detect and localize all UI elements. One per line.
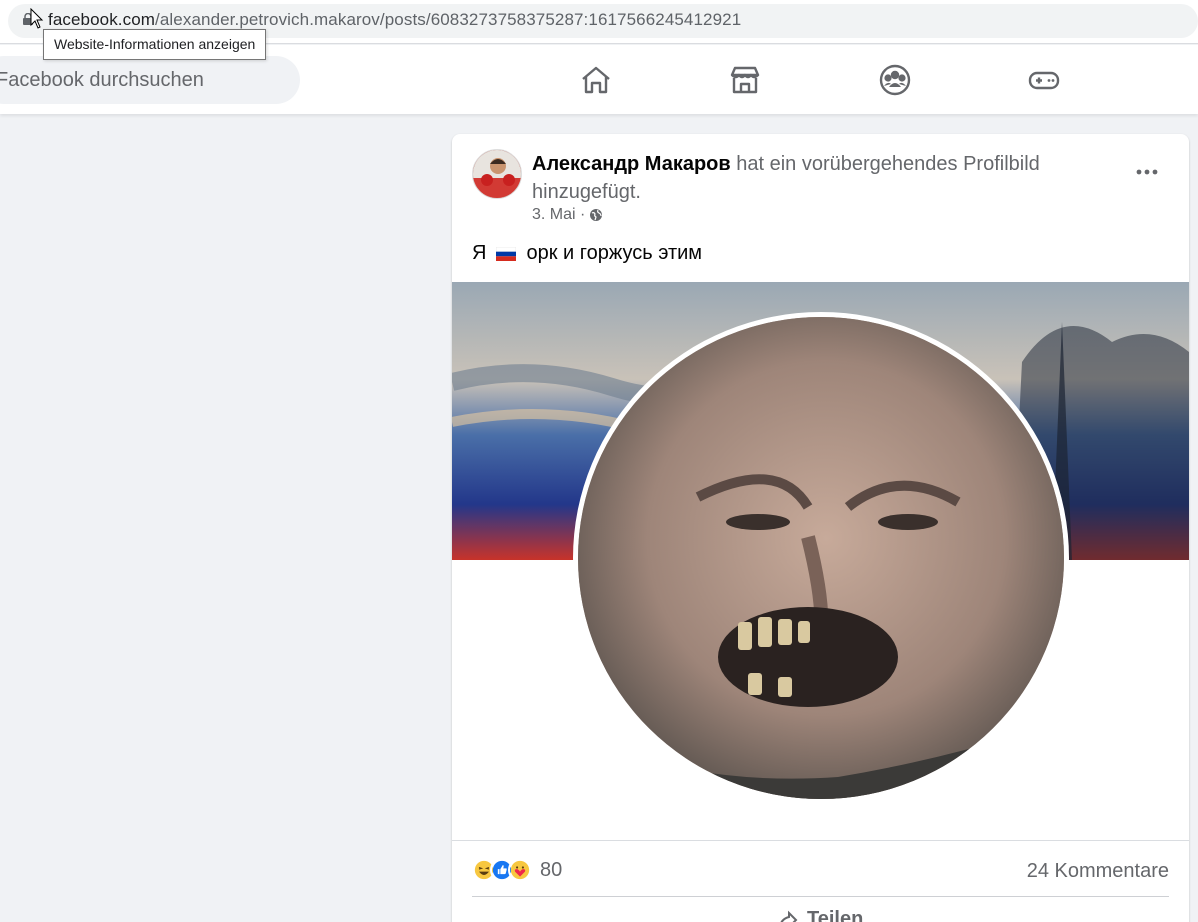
orc-profile-picture [573, 312, 1069, 804]
search-input[interactable]: Facebook durchsuchen [0, 56, 300, 104]
url-path: /alexander.petrovich.makarov/posts/60832… [155, 10, 742, 29]
author-name[interactable]: Александр Макаров [532, 153, 731, 175]
actions-divider [472, 896, 1169, 897]
gaming-icon[interactable] [1027, 63, 1061, 97]
share-button[interactable]: Teilen [777, 908, 863, 922]
mouse-cursor-icon [30, 8, 44, 29]
site-info-tooltip: Website-Informationen anzeigen [43, 29, 267, 60]
comments-count-link[interactable]: 24 Kommentare [1027, 860, 1169, 883]
author-avatar[interactable] [472, 149, 522, 199]
reaction-count: 80 [540, 858, 563, 881]
groups-icon[interactable] [878, 63, 912, 97]
post-header: Александр Макаров hat ein vorübergehende… [532, 150, 1092, 206]
reaction-summary[interactable]: 80 [472, 858, 562, 882]
share-label: Teilen [807, 908, 864, 922]
post-image[interactable] [452, 282, 1189, 840]
globe-icon [590, 209, 603, 221]
home-icon[interactable] [579, 63, 613, 97]
marketplace-icon[interactable] [728, 63, 762, 97]
post-text: Я орк и горжусь этим [472, 242, 702, 265]
url-host: facebook.com [48, 10, 156, 29]
more-options-icon[interactable] [1132, 160, 1162, 184]
post-text-start: Я [472, 242, 487, 264]
share-icon [780, 910, 798, 922]
post-text-end: орк и горжусь этим [526, 242, 703, 264]
search-placeholder: Facebook durchsuchen [0, 69, 204, 91]
russia-flag-icon [496, 246, 517, 261]
divider [452, 840, 1189, 841]
url-text[interactable]: facebook.com/alexander.petrovich.makarov… [48, 10, 741, 30]
post-meta: 3. Mai · [532, 206, 603, 224]
care-reaction-icon [508, 858, 532, 882]
post-date[interactable]: 3. Mai · [532, 206, 585, 224]
post-card: Александр Макаров hat ein vorübergehende… [452, 134, 1189, 922]
